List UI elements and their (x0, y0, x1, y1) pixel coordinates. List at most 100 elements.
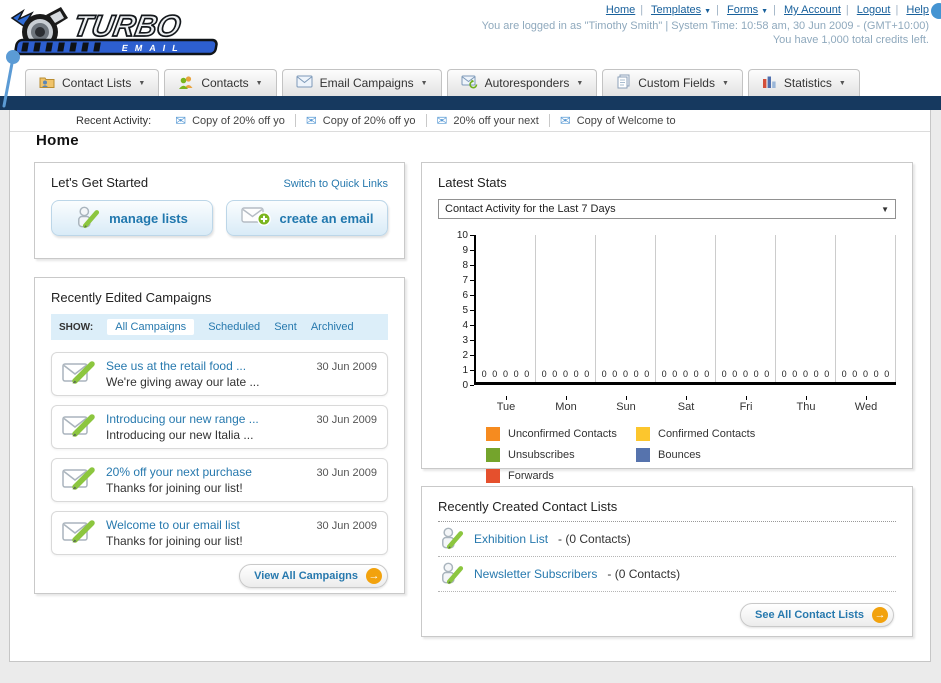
envelope-icon: ✉ (559, 113, 571, 128)
campaign-row[interactable]: See us at the retail food ... We're givi… (51, 352, 388, 396)
view-all-campaigns-button[interactable]: View All Campaigns → (239, 564, 388, 588)
campaign-envelope-edit-icon (62, 517, 96, 550)
tab-autoresponders[interactable]: Autoresponders ▼ (446, 69, 598, 96)
campaign-title-link[interactable]: 20% off your next purchase (106, 465, 252, 479)
recent-activity-item[interactable]: ✉ Copy of 20% off yo (165, 114, 296, 127)
custom-fields-icon (616, 74, 631, 92)
bar-value-labels: 00000 (776, 369, 835, 379)
stats-select[interactable]: Contact Activity for the Last 7 Days ▼ (438, 199, 896, 219)
bar-value-label: 0 (841, 369, 847, 379)
bar-value-labels: 00000 (476, 369, 535, 379)
manage-lists-icon (76, 205, 100, 232)
header-link-templates[interactable]: Templates (651, 4, 701, 16)
x-axis-label: Sun (596, 396, 656, 413)
chevron-down-icon: ▼ (576, 79, 584, 87)
contact-lists-title: Recently Created Contact Lists (438, 499, 896, 522)
pin-decoration (0, 48, 28, 113)
y-axis-label: 5 (448, 305, 474, 316)
chart-day-group: 00000 (596, 235, 656, 382)
recent-activity-item-label: Copy of 20% off yo (322, 114, 416, 127)
filter-sent[interactable]: Sent (274, 321, 297, 333)
chevron-down-icon: ▼ (761, 8, 769, 15)
turbo-email-logo: TURBO EMAIL (6, 2, 246, 63)
bar-value-label: 0 (562, 369, 568, 379)
legend-swatch (486, 469, 500, 483)
chart-legend: Unconfirmed Contacts Confirmed Contacts Un… (438, 427, 896, 483)
chevron-down-icon: ▼ (420, 79, 428, 87)
manage-lists-label: manage lists (109, 210, 188, 226)
contact-list-edit-icon (440, 525, 464, 554)
bar-value-label: 0 (764, 369, 770, 379)
create-email-icon (240, 206, 271, 230)
filter-archived[interactable]: Archived (311, 321, 354, 333)
campaign-title-link[interactable]: Introducing our new range ... (106, 412, 259, 426)
contact-list-link[interactable]: Exhibition List (474, 532, 548, 546)
y-axis-label: 8 (448, 260, 474, 271)
recent-activity-item[interactable]: ✉ Copy of 20% off yo (296, 114, 427, 127)
x-axis-label: Fri (716, 396, 776, 413)
tab-label: Statistics (783, 76, 832, 90)
legend-label: Confirmed Contacts (658, 428, 756, 440)
header-link-forms[interactable]: Forms (727, 4, 758, 16)
header-link-help[interactable]: Help (906, 4, 929, 16)
stats-select-value: Contact Activity for the Last 7 Days (445, 203, 616, 215)
contact-activity-chart: 10 9 8 7 6 5 4 3 2 1 0 000000000000000000000000000… (448, 230, 896, 413)
tab-contact-lists[interactable]: Contact Lists ▼ (25, 69, 160, 96)
header-link-logout[interactable]: Logout (857, 4, 891, 16)
y-axis-label: 3 (448, 335, 474, 346)
campaign-date: 30 Jun 2009 (316, 361, 377, 373)
switch-quick-links[interactable]: Switch to Quick Links (283, 178, 388, 190)
tab-contacts[interactable]: Contacts ▼ (164, 69, 277, 96)
campaigns-panel: Recently Edited Campaigns SHOW: All Camp… (34, 277, 405, 594)
contact-list-row[interactable]: Newsletter Subscribers - (0 Contacts) (438, 557, 896, 592)
arrow-right-icon: → (872, 607, 888, 623)
latest-stats-title: Latest Stats (438, 175, 507, 190)
legend-swatch (636, 448, 650, 462)
tab-email-campaigns[interactable]: Email Campaigns ▼ (281, 69, 442, 96)
campaigns-filter-strip: SHOW: All Campaigns Scheduled Sent Archi… (51, 314, 388, 340)
contact-list-link[interactable]: Newsletter Subscribers (474, 567, 597, 581)
create-email-label: create an email (279, 210, 374, 226)
bar-value-labels: 00000 (836, 369, 895, 379)
manage-lists-button[interactable]: manage lists (51, 200, 213, 236)
campaign-row[interactable]: 20% off your next purchase Thanks for jo… (51, 458, 388, 502)
tab-label: Custom Fields (638, 76, 715, 90)
recent-activity-item[interactable]: ✉ Copy of Welcome to (550, 114, 686, 127)
envelope-icon: ✉ (305, 113, 317, 128)
bar-value-labels: 00000 (536, 369, 595, 379)
bar-value-label: 0 (781, 369, 787, 379)
header-link-my-account[interactable]: My Account (784, 4, 841, 16)
campaign-title-link[interactable]: See us at the retail food ... (106, 359, 246, 373)
filter-scheduled[interactable]: Scheduled (208, 321, 260, 333)
show-label: SHOW: (59, 321, 94, 333)
campaign-envelope-edit-icon (62, 358, 96, 391)
bar-value-label: 0 (513, 369, 519, 379)
legend-swatch (636, 427, 650, 441)
header-link-home[interactable]: Home (606, 4, 635, 16)
tab-statistics[interactable]: Statistics ▼ (747, 69, 860, 96)
bar-value-label: 0 (481, 369, 487, 379)
campaign-row[interactable]: Welcome to our email list Thanks for joi… (51, 511, 388, 555)
bar-value-label: 0 (601, 369, 607, 379)
see-all-contact-lists-button[interactable]: See All Contact Lists → (739, 603, 894, 627)
statistics-icon (762, 75, 777, 92)
bar-value-label: 0 (732, 369, 738, 379)
bar-value-label: 0 (704, 369, 710, 379)
chevron-down-icon: ▼ (721, 79, 729, 87)
contact-list-row[interactable]: Exhibition List - (0 Contacts) (438, 522, 896, 557)
bar-value-label: 0 (742, 369, 748, 379)
recent-activity-item[interactable]: ✉ 20% off your next (427, 114, 550, 127)
bar-value-label: 0 (682, 369, 688, 379)
campaign-subtitle: We're giving away our late ... (106, 375, 260, 389)
bar-value-label: 0 (721, 369, 727, 379)
create-email-button[interactable]: create an email (226, 200, 388, 236)
tab-custom-fields[interactable]: Custom Fields ▼ (602, 69, 743, 96)
chevron-down-icon: ▼ (881, 204, 889, 214)
x-axis-label: Thu (776, 396, 836, 413)
bar-value-label: 0 (584, 369, 590, 379)
filter-all-campaigns[interactable]: All Campaigns (107, 319, 195, 335)
campaign-date: 30 Jun 2009 (316, 520, 377, 532)
svg-text:EMAIL: EMAIL (121, 43, 186, 53)
campaign-title-link[interactable]: Welcome to our email list (106, 518, 240, 532)
campaign-row[interactable]: Introducing our new range ... Introducin… (51, 405, 388, 449)
